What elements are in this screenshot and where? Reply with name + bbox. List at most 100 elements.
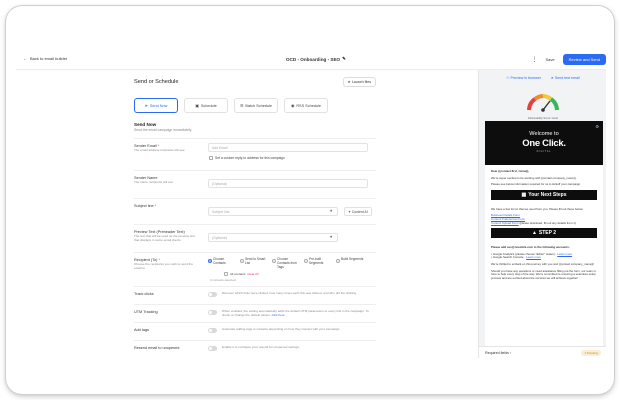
more-options-icon[interactable]: ⋮: [532, 56, 538, 63]
eye-icon: ☉: [506, 76, 510, 80]
chevron-right-icon: ›: [509, 351, 512, 355]
hero-brand: One Click.: [522, 138, 566, 149]
sender-email-input[interactable]: Add Email: [208, 143, 368, 152]
toggle-description: Automate adding tags to contacts dependi…: [222, 327, 341, 331]
utm-tracking-toggle[interactable]: [208, 310, 217, 315]
toggle-description: Enable it to configure your resend for u…: [222, 345, 300, 349]
click-here-link[interactable]: click here: [272, 313, 285, 317]
pending-badge: 1 Pending: [581, 350, 601, 356]
radio-dot[interactable]: [240, 258, 244, 263]
custom-reply-to-checkbox[interactable]: Set a custom reply-to address for this c…: [209, 156, 285, 160]
preview-text-input[interactable]: (Optional): [208, 233, 338, 242]
radio-prebuilt-segments[interactable]: Pre-built Segments: [304, 257, 332, 269]
radio-smart-list[interactable]: Send to Smart List: [240, 257, 268, 269]
add-tags-toggle[interactable]: [208, 328, 217, 333]
radio-label: Pre-built Segments: [309, 257, 324, 265]
toggle-description: Discover which links were clicked, how m…: [222, 291, 357, 295]
utm-tracking-row: UTM Tracking When enabled, the setting a…: [134, 304, 376, 322]
radio-label: Send to Smart List: [245, 257, 266, 265]
add-tags-row: Add tags Automate adding tags to contact…: [134, 322, 376, 340]
link-list: Business Details Form Content Preference…: [491, 214, 597, 225]
sender-name-desc: The name recipients will see: [134, 180, 174, 184]
send-icon: ➤: [550, 76, 554, 80]
radio-label: Build Segments: [341, 257, 364, 261]
radio-contacts-from-tags[interactable]: Choose Contacts from Tags: [272, 257, 300, 269]
bullet-item: Google Search Console -: [492, 255, 526, 260]
layers-icon: ☰: [239, 104, 244, 108]
launch-files-button[interactable]: ➤ Launch files: [342, 77, 376, 87]
preview-text-row: Preview Text (Preheader Text) The text t…: [134, 224, 376, 252]
required-fields-bar[interactable]: Required fields › 1 Pending: [479, 346, 606, 358]
document-title[interactable]: OCD - Onboarding - SEO ✎: [286, 56, 346, 62]
checkbox-label: Set a custom reply-to address for this c…: [215, 156, 285, 160]
hero-welcome: Welcome to: [529, 131, 559, 137]
learn-more-link[interactable]: Learn more: [526, 255, 541, 260]
sender-name-input[interactable]: (Optional): [208, 179, 368, 188]
tab-rss-schedule[interactable]: ◉ RSS Schedule: [284, 98, 328, 113]
gauge-caption: Deliverability Score: Good: [528, 117, 558, 120]
content-ai-button[interactable]: ✦ Content AI: [344, 207, 372, 216]
tag-icon[interactable]: ♦: [330, 208, 332, 213]
recipient-desc: Choose the recipients you wish to send t…: [134, 262, 193, 270]
toggle-label: UTM Tracking: [134, 310, 158, 314]
toggle-label: Track clicks: [134, 292, 154, 296]
top-bar: ← Back to email builder OCD - Onboarding…: [16, 48, 606, 70]
email-link[interactable]: Content Upload Form: [491, 221, 519, 225]
calendar-icon: ▣: [195, 104, 199, 108]
send-test-email-button[interactable]: ➤ Send test email: [551, 76, 580, 80]
radio-label: Choose Contacts from Tags: [277, 257, 297, 269]
resend-unopened-toggle[interactable]: [208, 346, 217, 351]
radio-dot[interactable]: [304, 258, 308, 263]
radio-build-segments[interactable]: Build Segments: [336, 257, 364, 269]
sender-email-desc: The email address recipients will see: [134, 148, 185, 152]
toggle-label: Resend email to unopened: [134, 346, 180, 350]
paragraph: Please see below information required fo…: [491, 182, 581, 187]
email-body: Dear {{contact.first_name}}, We're super…: [485, 165, 603, 187]
preview-in-browser-button[interactable]: ☉ Preview in browser: [506, 76, 541, 80]
track-clicks-toggle[interactable]: [208, 292, 217, 297]
preview-actions: ☉ Preview in browser ➤ Send test email: [479, 76, 606, 80]
preview-text-desc: The text that will be used as the previe…: [134, 234, 195, 242]
steps-icon: ▲: [531, 230, 537, 237]
paragraph: Please add seo@oneclick.com to the follo…: [491, 245, 570, 250]
tab-label: Send Now: [149, 103, 168, 108]
tab-send-now[interactable]: ➤ Send Now: [134, 98, 178, 113]
radio-dot[interactable]: [272, 258, 276, 263]
send-settings-panel: Send or Schedule ➤ Launch files ➤ Send N…: [126, 70, 376, 358]
contacts-selected-count: 0 contacts selected: [210, 278, 236, 282]
tab-schedule[interactable]: ▣ Schedule: [184, 98, 228, 113]
tab-label: RSS Schedule: [296, 103, 322, 108]
clear-all-link[interactable]: Clear All: [247, 272, 258, 276]
steps-icon: ▦: [521, 191, 527, 198]
checkbox-box[interactable]: [209, 156, 213, 160]
band-label: Your Next Steps: [528, 191, 567, 198]
radio-dot[interactable]: [208, 258, 212, 263]
checkbox-box[interactable]: [224, 272, 228, 276]
tag-icon[interactable]: ♦: [330, 234, 332, 239]
back-label: Back to email builder: [30, 56, 68, 61]
radio-dot[interactable]: [336, 258, 340, 263]
toggle-description: When enabled, the setting automatically …: [222, 309, 369, 317]
next-steps-band: ▦ Your Next Steps: [491, 189, 597, 200]
email-hero: ⚙ Welcome to One Click. DIGITAL: [485, 121, 603, 165]
document-title-text: OCD - Onboarding - SEO: [286, 56, 341, 62]
learn-more-link[interactable]: Learn more: [557, 252, 572, 256]
back-to-builder-link[interactable]: ← Back to email builder: [23, 56, 67, 61]
subject-input[interactable]: Subject line: [208, 207, 338, 216]
arrow-left-icon: ←: [23, 56, 27, 61]
content-ai-label: Content AI: [351, 209, 368, 214]
sender-name-row: Sender Name The name recipients will see…: [134, 170, 376, 198]
gear-icon[interactable]: ⚙: [595, 124, 599, 129]
review-and-send-button[interactable]: Review and Send: [562, 54, 606, 65]
tab-batch-schedule[interactable]: ☰ Batch Schedule: [234, 98, 278, 113]
subject-row: Subject line * Subject line ♦ ✦ Content …: [134, 198, 376, 224]
toggle-label: Add tags: [134, 328, 149, 332]
radio-choose-contacts[interactable]: Choose Contacts: [208, 257, 236, 269]
recipient-options: Choose Contacts Send to Smart List Choos…: [208, 257, 364, 269]
section-title: Send Now: [134, 122, 157, 127]
pencil-icon[interactable]: ✎: [342, 56, 346, 62]
tab-label: Batch Schedule: [245, 103, 272, 108]
resend-unopened-row: Resend email to unopened Enable it to co…: [134, 340, 376, 358]
track-clicks-row: Track clicks Discover which links were c…: [134, 286, 376, 304]
save-button[interactable]: Save: [543, 55, 558, 64]
